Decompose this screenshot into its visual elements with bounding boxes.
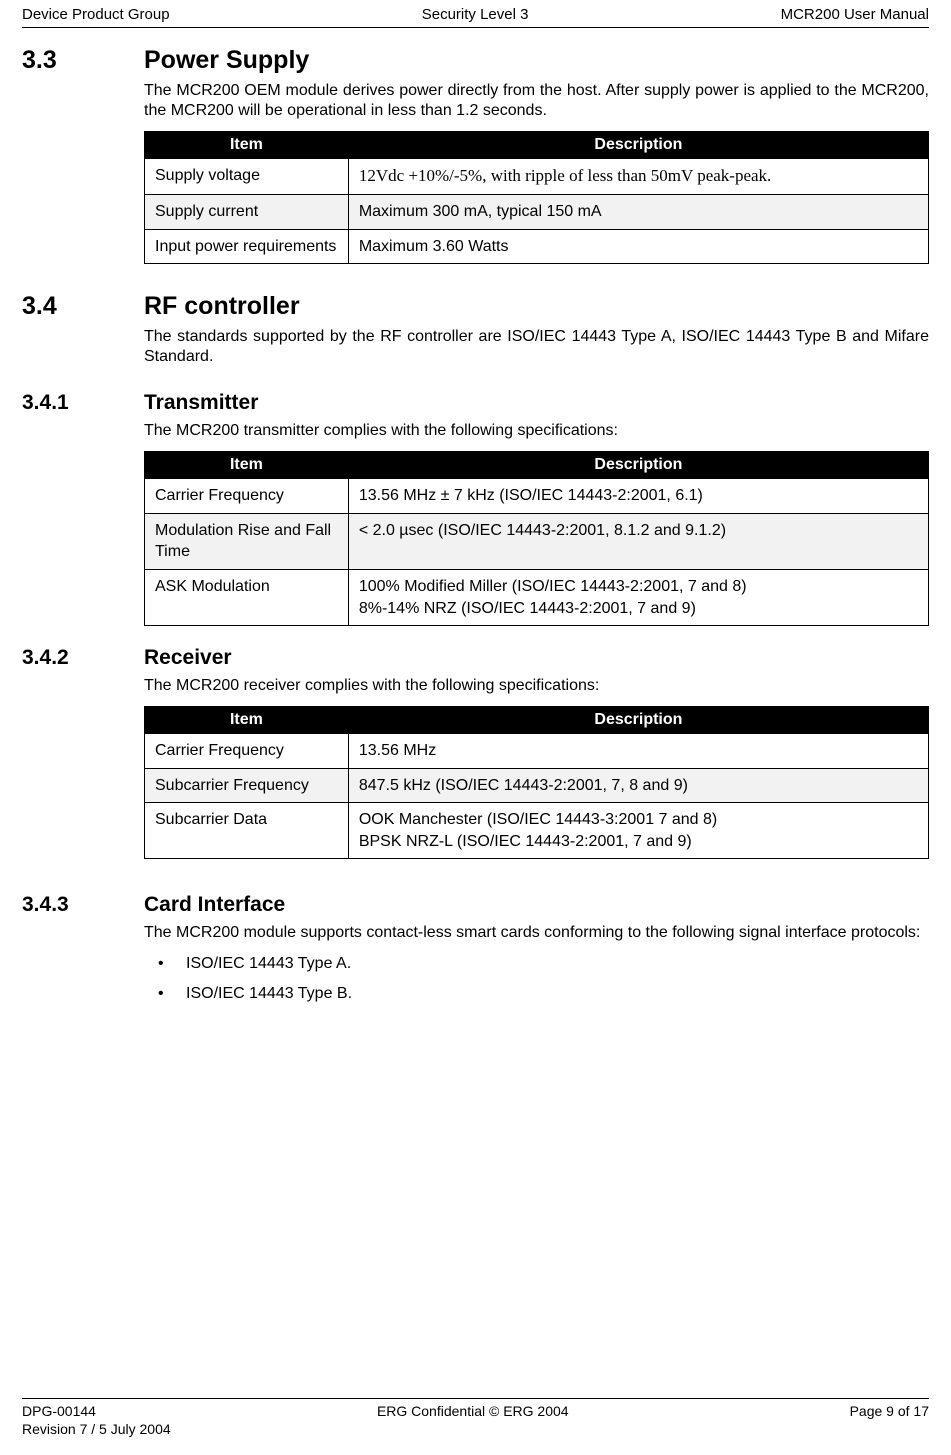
cell-desc: OOK Manchester (ISO/IEC 14443-3:2001 7 a… bbox=[348, 803, 928, 859]
header-center: Security Level 3 bbox=[422, 6, 529, 23]
table-header-row: Item Description bbox=[145, 452, 929, 479]
cell-item: Subcarrier Frequency bbox=[145, 768, 349, 803]
footer-left: DPG-00144 bbox=[22, 1403, 96, 1419]
card-interface-list: ISO/IEC 14443 Type A. ISO/IEC 14443 Type… bbox=[144, 949, 929, 1009]
section-3-3-para: The MCR200 OEM module derives power dire… bbox=[144, 81, 929, 121]
table-row: ASK Modulation 100% Modified Miller (ISO… bbox=[145, 569, 929, 625]
cell-desc: 100% Modified Miller (ISO/IEC 14443-2:20… bbox=[348, 569, 928, 625]
section-3-4-1-para: The MCR200 transmitter complies with the… bbox=[144, 421, 929, 441]
footer-center: ERG Confidential © ERG 2004 bbox=[377, 1403, 569, 1419]
table-row: Supply voltage 12Vdc +10%/-5%, with ripp… bbox=[145, 159, 929, 195]
power-supply-table: Item Description Supply voltage 12Vdc +1… bbox=[144, 131, 929, 264]
cell-desc: 12Vdc +10%/-5%, with ripple of less than… bbox=[348, 159, 928, 195]
section-3-4-3-para: The MCR200 module supports contact-less … bbox=[144, 923, 929, 943]
section-3-4-2-heading: 3.4.2 Receiver bbox=[22, 646, 929, 670]
section-number: 3.4.3 bbox=[22, 893, 144, 917]
table-row: Subcarrier Frequency 847.5 kHz (ISO/IEC … bbox=[145, 768, 929, 803]
cell-item: ASK Modulation bbox=[145, 569, 349, 625]
th-desc: Description bbox=[348, 452, 928, 479]
table-header-row: Item Description bbox=[145, 132, 929, 159]
section-3-4-para: The standards supported by the RF contro… bbox=[144, 327, 929, 367]
section-number: 3.4.1 bbox=[22, 391, 144, 415]
th-item: Item bbox=[145, 707, 349, 734]
cell-desc: 847.5 kHz (ISO/IEC 14443-2:2001, 7, 8 an… bbox=[348, 768, 928, 803]
table-header-row: Item Description bbox=[145, 707, 929, 734]
page-footer: DPG-00144 ERG Confidential © ERG 2004 Pa… bbox=[22, 1398, 929, 1437]
section-number: 3.4.2 bbox=[22, 646, 144, 670]
cell-item: Input power requirements bbox=[145, 229, 349, 264]
th-desc: Description bbox=[348, 707, 928, 734]
section-number: 3.4 bbox=[22, 292, 144, 321]
cell-desc: Maximum 300 mA, typical 150 mA bbox=[348, 194, 928, 229]
section-title: Card Interface bbox=[144, 893, 285, 917]
cell-desc: 13.56 MHz bbox=[348, 734, 928, 769]
cell-item: Supply voltage bbox=[145, 159, 349, 195]
receiver-table: Item Description Carrier Frequency 13.56… bbox=[144, 706, 929, 859]
th-item: Item bbox=[145, 132, 349, 159]
section-3-3-heading: 3.3 Power Supply bbox=[22, 46, 929, 75]
table-row: Input power requirements Maximum 3.60 Wa… bbox=[145, 229, 929, 264]
section-title: Transmitter bbox=[144, 391, 258, 415]
th-item: Item bbox=[145, 452, 349, 479]
list-item: ISO/IEC 14443 Type A. bbox=[144, 949, 929, 979]
table-row: Modulation Rise and Fall Time < 2.0 µsec… bbox=[145, 513, 929, 569]
section-number: 3.3 bbox=[22, 46, 144, 75]
section-3-4-2-para: The MCR200 receiver complies with the fo… bbox=[144, 676, 929, 696]
cell-desc: 13.56 MHz ± 7 kHz (ISO/IEC 14443-2:2001,… bbox=[348, 479, 928, 514]
section-3-4-heading: 3.4 RF controller bbox=[22, 292, 929, 321]
cell-desc: Maximum 3.60 Watts bbox=[348, 229, 928, 264]
footer-right: Page 9 of 17 bbox=[850, 1403, 929, 1419]
table-row: Carrier Frequency 13.56 MHz ± 7 kHz (ISO… bbox=[145, 479, 929, 514]
page-header: Device Product Group Security Level 3 MC… bbox=[22, 0, 929, 28]
table-row: Carrier Frequency 13.56 MHz bbox=[145, 734, 929, 769]
header-left: Device Product Group bbox=[22, 6, 170, 23]
cell-item: Modulation Rise and Fall Time bbox=[145, 513, 349, 569]
section-3-4-1-heading: 3.4.1 Transmitter bbox=[22, 391, 929, 415]
section-title: Receiver bbox=[144, 646, 232, 670]
section-title: RF controller bbox=[144, 292, 300, 321]
list-item: ISO/IEC 14443 Type B. bbox=[144, 979, 929, 1009]
footer-revision: Revision 7 / 5 July 2004 bbox=[22, 1421, 929, 1437]
section-3-4-3-heading: 3.4.3 Card Interface bbox=[22, 893, 929, 917]
table-row: Subcarrier Data OOK Manchester (ISO/IEC … bbox=[145, 803, 929, 859]
cell-item: Subcarrier Data bbox=[145, 803, 349, 859]
table-row: Supply current Maximum 300 mA, typical 1… bbox=[145, 194, 929, 229]
section-title: Power Supply bbox=[144, 46, 309, 75]
cell-item: Carrier Frequency bbox=[145, 479, 349, 514]
cell-desc: < 2.0 µsec (ISO/IEC 14443-2:2001, 8.1.2 … bbox=[348, 513, 928, 569]
header-right: MCR200 User Manual bbox=[781, 6, 929, 23]
cell-item: Carrier Frequency bbox=[145, 734, 349, 769]
transmitter-table: Item Description Carrier Frequency 13.56… bbox=[144, 451, 929, 626]
cell-item: Supply current bbox=[145, 194, 349, 229]
th-desc: Description bbox=[348, 132, 928, 159]
